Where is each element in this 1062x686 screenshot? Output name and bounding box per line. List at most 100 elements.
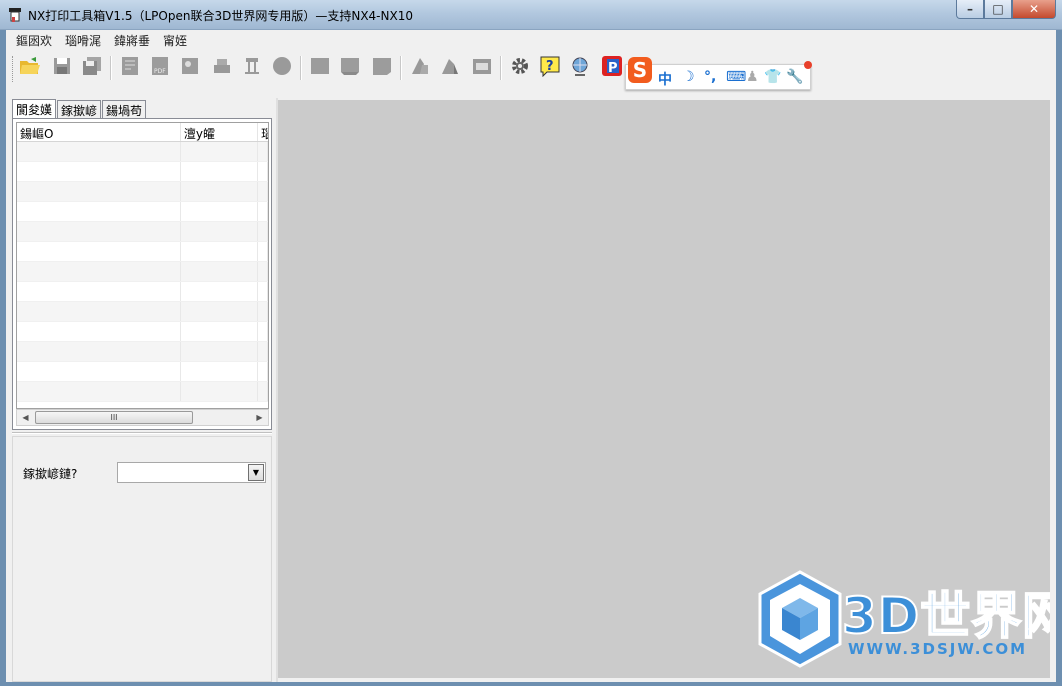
printer-panel: 鎵撳嵃鏈? ▼	[12, 436, 272, 682]
table-row[interactable]	[17, 302, 268, 322]
help-button[interactable]: ?	[538, 54, 562, 78]
scroll-left-icon[interactable]: ◀	[17, 410, 34, 425]
table-cell	[181, 382, 259, 401]
table-row[interactable]	[17, 202, 268, 222]
table-cell	[17, 302, 182, 321]
scroll-right-icon[interactable]: ▶	[251, 410, 268, 425]
table-cell	[181, 222, 259, 241]
table-row[interactable]	[17, 182, 268, 202]
horizontal-scrollbar[interactable]: ◀ III ▶	[16, 409, 269, 426]
table-row[interactable]	[17, 162, 268, 182]
website-button[interactable]	[568, 54, 592, 78]
minimize-button[interactable]: –	[956, 0, 984, 19]
table-cell	[17, 342, 182, 361]
table-cell	[258, 182, 268, 201]
user-icon[interactable]: ♟	[746, 69, 759, 85]
table-row[interactable]	[17, 282, 268, 302]
view-button[interactable]	[438, 54, 462, 78]
lpopen-button[interactable]: P	[600, 54, 624, 78]
menu-bar: 鏂囦欢 瑙嗗浘 鍏嶈垂 甯姪	[6, 30, 1056, 50]
svg-text:P: P	[608, 61, 618, 76]
frame-icon	[311, 58, 329, 74]
punctuation-icon[interactable]: °,	[704, 69, 716, 85]
table-cell	[181, 302, 259, 321]
chevron-down-icon[interactable]: ▼	[248, 464, 264, 481]
table-row[interactable]	[17, 322, 268, 342]
table-row[interactable]	[17, 142, 268, 162]
globe-icon	[572, 57, 588, 76]
plot-button[interactable]	[210, 54, 234, 78]
toolbar-separator	[400, 56, 402, 80]
sogou-icon[interactable]: S	[628, 57, 652, 83]
save-all-button[interactable]	[80, 54, 104, 78]
printer-label: 鎵撳嵃鏈?	[23, 467, 78, 481]
menu-help[interactable]: 甯姪	[157, 30, 194, 50]
moon-icon[interactable]: ☽	[682, 69, 695, 85]
skin-icon[interactable]: 👕	[764, 69, 781, 85]
menu-view[interactable]: 瑙嗗浘	[59, 30, 108, 50]
table-row[interactable]	[17, 222, 268, 242]
table-cell	[181, 362, 259, 381]
print-drawing-icon	[122, 57, 138, 75]
table-row[interactable]	[17, 362, 268, 382]
table-cell	[181, 242, 259, 261]
printer-select[interactable]: ▼	[117, 462, 266, 483]
scroll-thumb[interactable]: III	[35, 411, 193, 424]
table-row[interactable]	[17, 242, 268, 262]
column-header-name[interactable]: 鍚嶇О	[17, 123, 181, 141]
frame-a-button[interactable]	[308, 54, 332, 78]
watermark-text: 3D世界网	[841, 586, 1050, 646]
help-icon: ?	[540, 56, 560, 77]
table-cell	[181, 182, 259, 201]
image-icon	[182, 58, 198, 74]
pdf-icon: PDF	[152, 57, 168, 75]
tab-select[interactable]: 閬夋嫨	[12, 99, 57, 119]
stamp-button[interactable]	[240, 54, 264, 78]
close-icon: ✕	[1028, 2, 1040, 16]
frame-b-button[interactable]	[338, 54, 362, 78]
wrench-icon[interactable]: 🔧	[786, 69, 803, 85]
notification-dot	[804, 61, 812, 69]
frame-icon	[373, 58, 391, 75]
watermark-url: WWW.3DSJW.COM	[848, 640, 1028, 658]
table-cell	[258, 142, 268, 161]
ime-chinese-mode[interactable]: 中	[658, 69, 672, 89]
table-cell	[258, 362, 268, 381]
table-cell	[17, 182, 182, 201]
table-row[interactable]	[17, 342, 268, 362]
file-list[interactable]: 鍚嶇О 澶у皬 瑙	[16, 122, 269, 409]
menu-free[interactable]: 鍏嶈垂	[108, 30, 157, 50]
table-cell	[181, 322, 259, 341]
panel-divider	[12, 432, 272, 434]
circle-tool-button[interactable]	[270, 54, 294, 78]
close-button[interactable]: ✕	[1012, 0, 1056, 19]
keyboard-icon[interactable]: ⌨	[726, 69, 746, 85]
export-pdf-button[interactable]: PDF	[148, 54, 172, 78]
file-list-body	[17, 142, 268, 402]
column-header-size[interactable]: 澶у皬	[181, 123, 259, 141]
section-button[interactable]	[408, 54, 432, 78]
view-icon	[442, 59, 458, 74]
tab-merge[interactable]: 鍚堝苟	[102, 100, 147, 118]
3dsjw-logo-icon	[758, 570, 842, 668]
table-cell	[181, 202, 259, 221]
csv-button[interactable]	[470, 54, 494, 78]
export-image-button[interactable]	[178, 54, 202, 78]
svg-text:?: ?	[546, 59, 554, 74]
settings-button[interactable]	[508, 54, 532, 78]
table-row[interactable]	[17, 262, 268, 282]
lpopen-icon: P	[602, 56, 622, 76]
menu-file[interactable]: 鏂囦欢	[10, 30, 59, 50]
toolbar: PDF ? P S 中 ☽ °, ⌨ ♟ 👕 🔧	[6, 50, 1056, 115]
toolbar-grip[interactable]	[12, 56, 15, 82]
stamp-icon	[245, 58, 259, 74]
save-button[interactable]	[50, 54, 74, 78]
table-row[interactable]	[17, 382, 268, 402]
tab-print[interactable]: 鎵撳嵃	[57, 100, 102, 118]
print-drawing-button[interactable]	[118, 54, 142, 78]
maximize-button[interactable]: □	[984, 0, 1012, 19]
file-list-header: 鍚嶇О 澶у皬 瑙	[17, 123, 268, 142]
column-header-extra[interactable]: 瑙	[258, 123, 268, 141]
open-folder-button[interactable]	[18, 54, 42, 78]
frame-c-button[interactable]	[370, 54, 394, 78]
